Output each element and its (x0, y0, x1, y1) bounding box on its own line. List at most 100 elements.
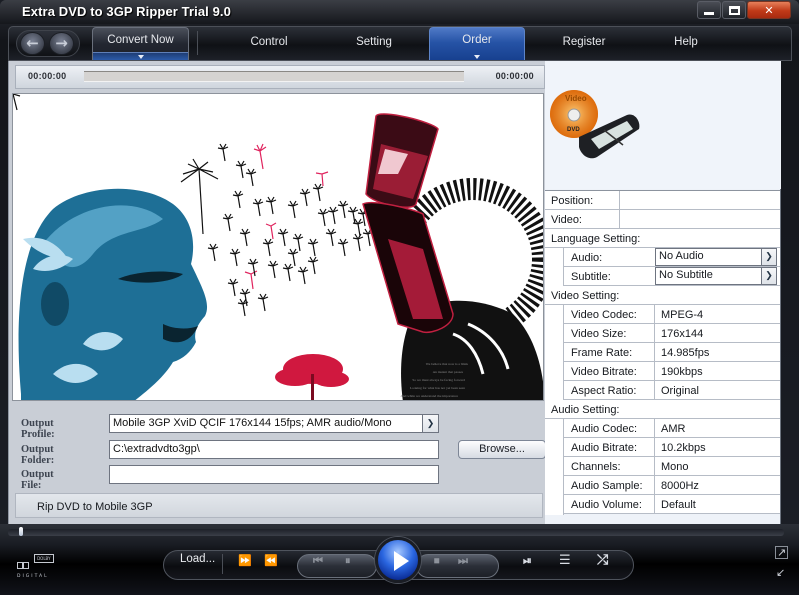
previous-icon[interactable]: ⏮ (313, 554, 323, 568)
property-row[interactable]: Audio Codec: AMR (545, 419, 780, 439)
tab-label: Control (250, 36, 288, 48)
property-label: Video Bitrate: (571, 366, 637, 378)
property-label: Audio Volume: (571, 499, 642, 511)
subtitle-row: Subtitle: No Subtitle ❯ (545, 267, 780, 287)
property-row[interactable]: Audio Bitrate: 10.2kbps (545, 438, 780, 458)
window-title: Extra DVD to 3GP Ripper Trial 9.0 (22, 4, 231, 19)
tab-label: Setting (356, 36, 392, 48)
property-row[interactable]: Video Codec: MPEG-4 (545, 305, 780, 325)
property-value: 190kbps (661, 366, 703, 378)
minimize-button[interactable] (697, 1, 721, 19)
dolby-sub-text: DIGITAL (17, 574, 49, 579)
rewind-icon[interactable]: ⏪ (264, 554, 278, 567)
dandelion-seed (307, 238, 319, 257)
tab-setting[interactable]: Setting (334, 27, 414, 60)
property-row[interactable]: Video Bitrate: 190kbps (545, 362, 780, 382)
tab-control[interactable]: Control (229, 27, 309, 60)
audio-language-select[interactable]: No Audio ❯ (655, 248, 777, 266)
dandelion-seed (239, 228, 251, 247)
tab-register[interactable]: Register (544, 27, 624, 60)
property-row[interactable]: Channels: Mono (545, 457, 780, 477)
caret-down-icon (474, 55, 480, 59)
output-profile-select[interactable]: Mobile 3GP XviD QCIF 176x144 15fps; AMR … (109, 414, 439, 433)
play-icon (394, 551, 409, 571)
subtitle-select[interactable]: No Subtitle ❯ (655, 267, 777, 285)
dandelion-seed (287, 200, 299, 219)
dandelion-seed (337, 200, 349, 219)
dandelion-seed (352, 233, 364, 252)
dandelion-seed (325, 228, 337, 247)
play-button[interactable] (375, 537, 421, 583)
audio-language-value: No Audio (659, 250, 704, 262)
property-value: AMR (661, 423, 686, 435)
property-row[interactable]: Frame Rate: 14.985fps (545, 343, 780, 363)
compact-mode-icon[interactable]: ↗ (775, 546, 789, 559)
output-folder-label: Output Folder: (21, 444, 55, 466)
position-label: Position: (551, 195, 594, 207)
properties-panel: Video DVD Position: Video: Language Sett… (545, 61, 781, 524)
chevron-down-icon[interactable]: ❯ (761, 249, 776, 265)
tab-convert-now[interactable]: Convert Now (92, 27, 189, 60)
product-logo: Video DVD (545, 61, 781, 189)
playlist-icon[interactable]: ☰ (559, 553, 571, 568)
divider (222, 554, 223, 574)
back-button[interactable]: ← (20, 32, 45, 55)
next-icon[interactable]: ⏭ (458, 554, 468, 568)
dandelion-seed (265, 196, 277, 215)
property-label: Audio Codec: (571, 423, 638, 435)
property-row[interactable]: Audio Sample: 8000Hz (545, 476, 780, 496)
status-bar: Rip DVD to Mobile 3GP (15, 493, 543, 518)
pause-icon[interactable]: ⏸ (345, 554, 351, 568)
dandelion-seed (207, 243, 219, 262)
logo-disc-sub: DVD (567, 127, 580, 133)
dandelion-seed (312, 183, 324, 202)
tab-label: Order (462, 34, 492, 46)
video-label: Video: (551, 214, 582, 226)
stop-icon[interactable]: ⏹ (434, 554, 440, 568)
chevron-down-icon[interactable]: ❯ (422, 415, 438, 432)
dandelion-seed (227, 278, 239, 297)
property-value: 14.985fps (661, 347, 710, 359)
property-row[interactable]: Audio Volume: Default (545, 495, 780, 515)
maximize-button[interactable] (722, 1, 746, 19)
subtitle-label: Subtitle: (571, 271, 611, 283)
playback-slider-thumb[interactable] (19, 527, 23, 536)
chevron-down-icon[interactable]: ❯ (761, 268, 776, 284)
fast-forward-icon[interactable]: ⏩ (238, 554, 252, 567)
step-forward-icon[interactable]: ⏯ (523, 554, 532, 568)
output-profile-value: Mobile 3GP XviD QCIF 176x144 15fps; AMR … (113, 417, 392, 429)
browse-button[interactable]: Browse... (458, 440, 546, 459)
property-row[interactable]: Video Size: 176x144 (545, 324, 780, 344)
maximize-icon (728, 5, 740, 15)
tab-order[interactable]: Order (429, 27, 525, 60)
load-button[interactable]: Load... (180, 553, 215, 565)
tab-help[interactable]: Help (649, 27, 723, 60)
tab-dropdown[interactable] (93, 52, 188, 60)
history-nav: ← → (16, 30, 80, 57)
property-row[interactable]: Aspect Ratio: Original (545, 381, 780, 401)
seek-bar[interactable] (84, 71, 464, 82)
dandelion-seed (297, 266, 309, 285)
forward-button[interactable]: → (49, 32, 74, 55)
nav-divider (197, 31, 198, 55)
close-icon: ✕ (764, 3, 774, 17)
dandelion-seed (262, 238, 274, 257)
output-folder-input[interactable]: C:\extradvdto3gp\ (109, 440, 439, 459)
output-file-input[interactable] (109, 465, 439, 484)
logo-disc-text: Video (565, 94, 587, 103)
time-bar: 00:00:00 00:00:00 (15, 65, 545, 89)
video-setting-title: Video Setting: (551, 290, 620, 302)
dandelion-seed (229, 248, 241, 267)
playback-slider[interactable] (8, 529, 784, 536)
shuffle-icon[interactable]: ⤮ (597, 552, 608, 568)
audio-section-header: Audio Setting: (545, 400, 780, 419)
language-section-header: Language Setting: (545, 229, 780, 248)
video-preview: We believe that now is a blink An instan… (12, 93, 544, 401)
main-panel: 00:00:00 00:00:00 We believe that now is… (8, 61, 546, 524)
tab-label: Help (674, 36, 698, 48)
property-label: Aspect Ratio: (571, 385, 637, 397)
elapsed-time: 00:00:00 (28, 71, 67, 81)
close-button[interactable]: ✕ (747, 1, 791, 19)
dandelion-seed (299, 188, 311, 207)
restore-icon[interactable]: ↙ (776, 566, 785, 579)
